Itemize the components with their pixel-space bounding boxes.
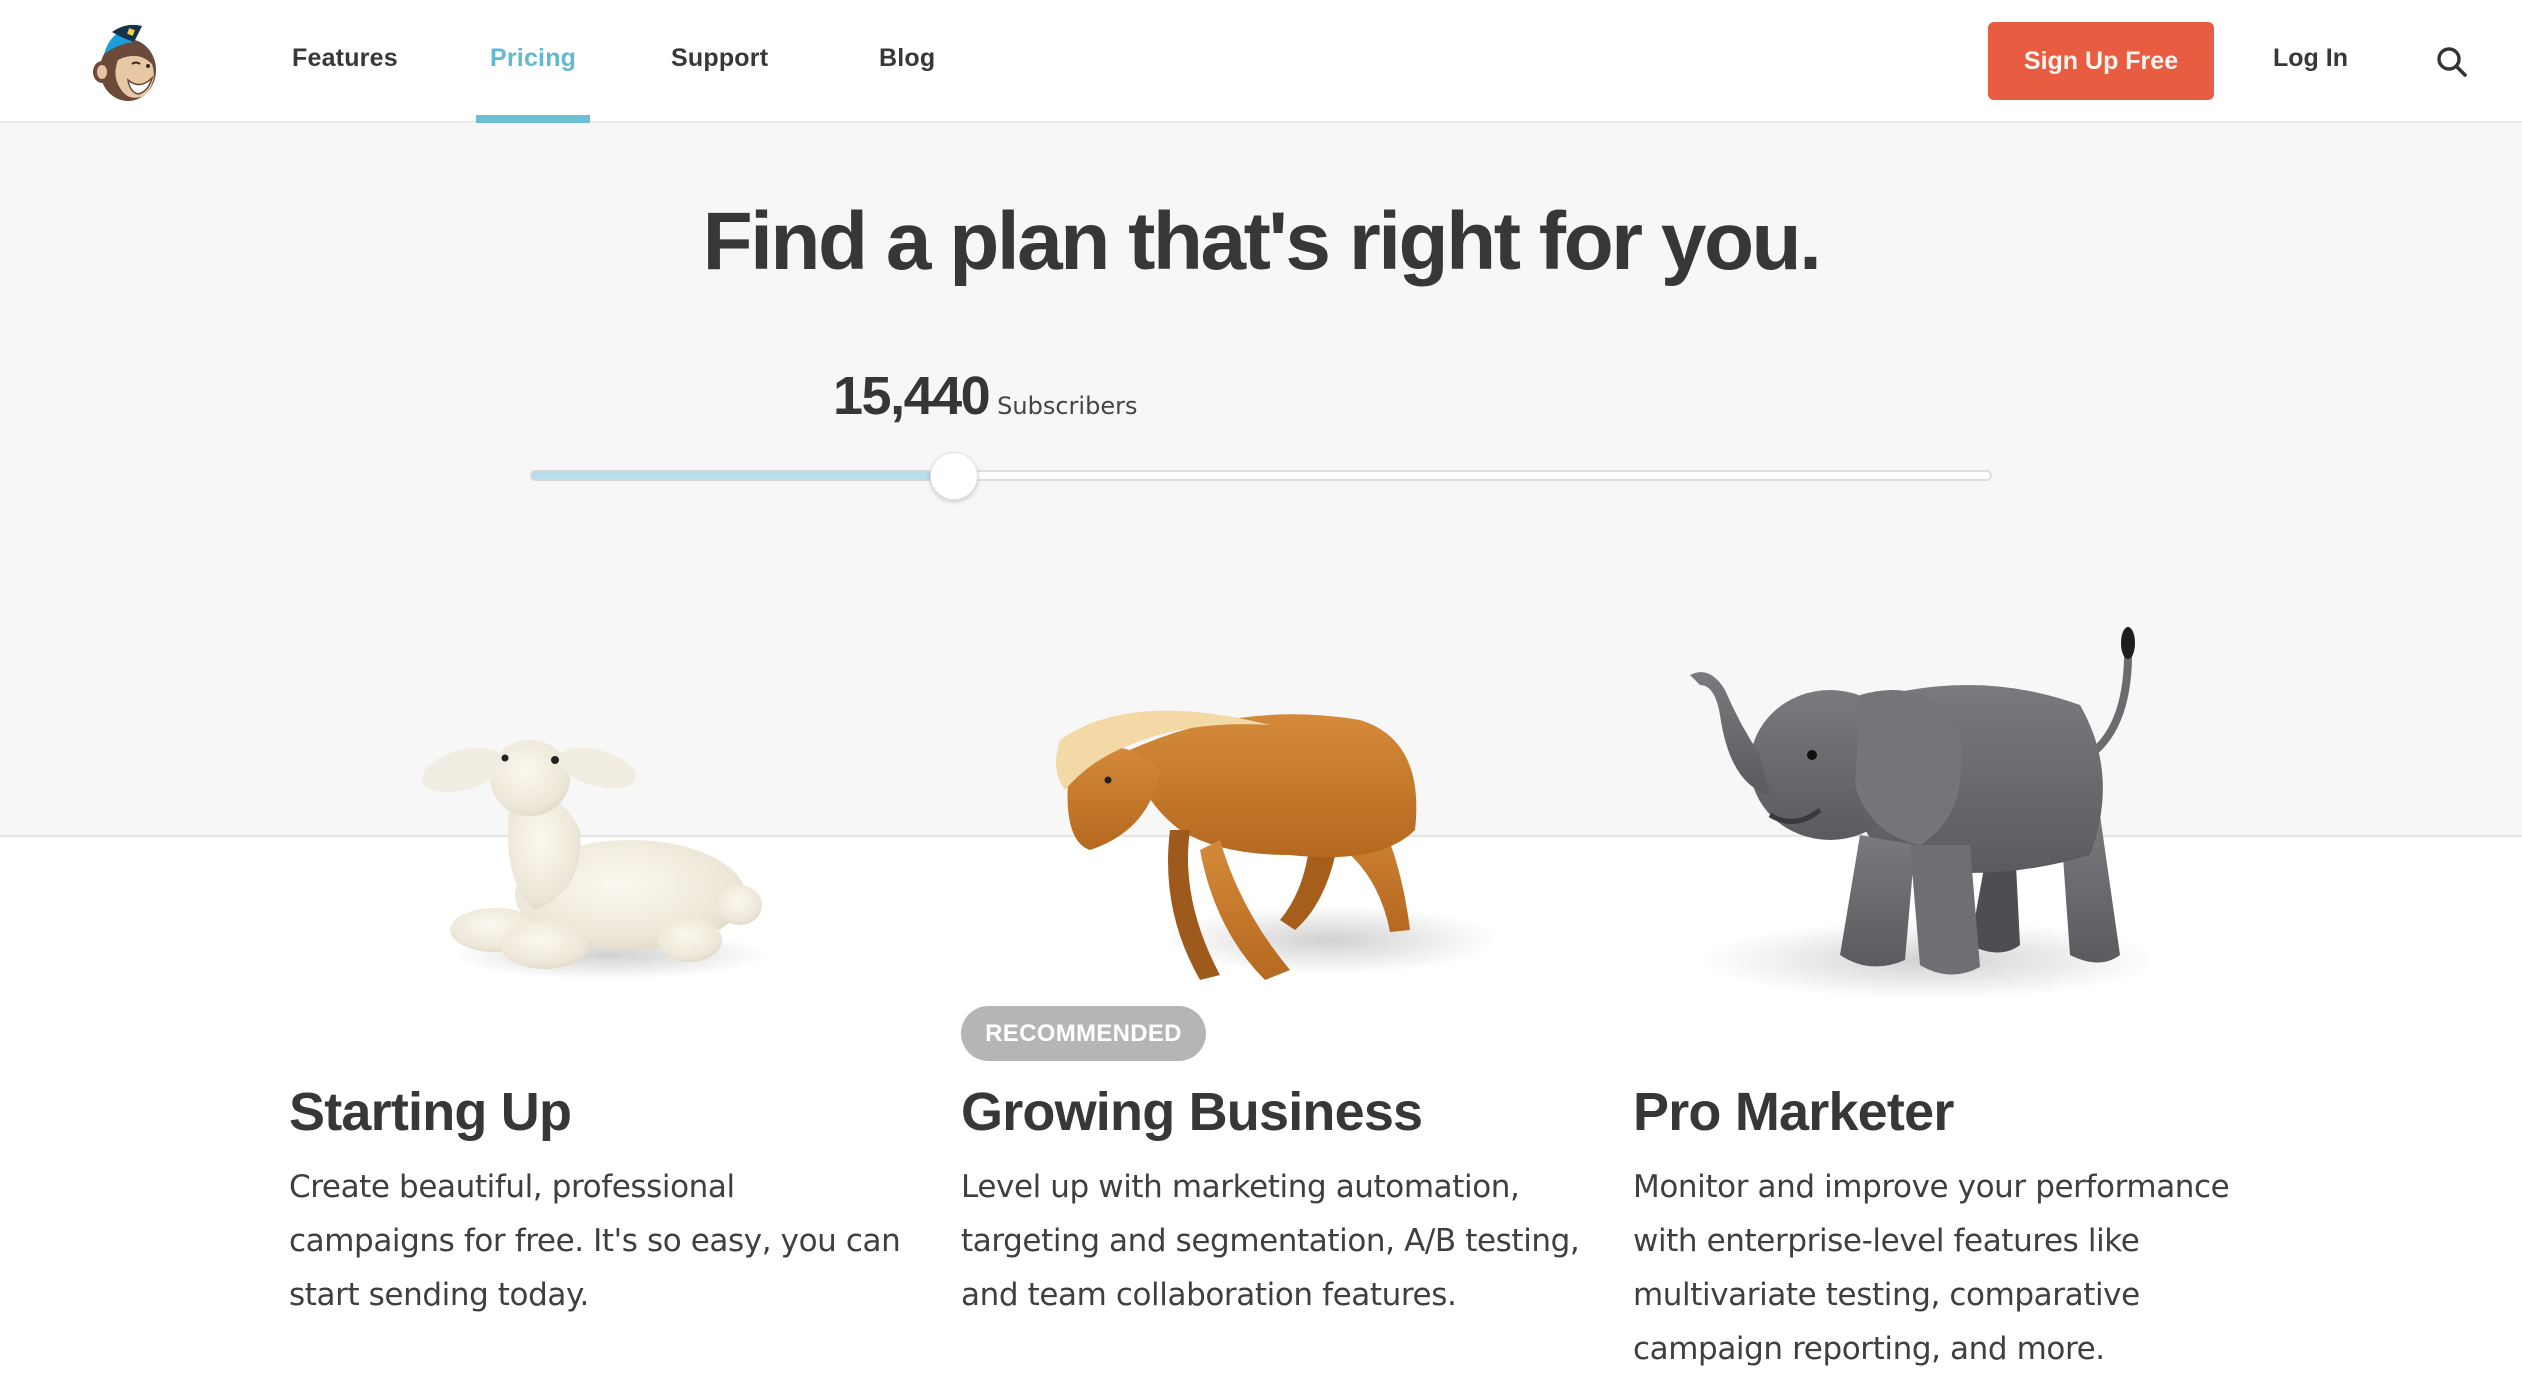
plan-pro-marketer[interactable]: Pro Marketer Monitor and improve your pe… <box>1633 1080 2273 1376</box>
lamb-figurine-image <box>422 740 762 969</box>
nav-item-support[interactable]: Support <box>671 44 768 73</box>
plan-growing-business[interactable]: Growing Business Level up with marketing… <box>961 1080 1601 1322</box>
plan-description: Level up with marketing automation, targ… <box>961 1169 1580 1313</box>
top-navigation: Features Pricing Support Blog Sign Up Fr… <box>0 0 2522 123</box>
active-tab-indicator <box>476 115 590 123</box>
subscriber-label: Subscribers <box>997 392 1138 420</box>
slider-thumb[interactable] <box>929 452 978 500</box>
elephant-figurine-image <box>1690 627 2135 975</box>
recommended-badge: RECOMMENDED <box>961 1006 1206 1061</box>
nav-item-features[interactable]: Features <box>292 44 398 73</box>
mailchimp-logo[interactable] <box>82 20 168 106</box>
plan-title: Starting Up <box>289 1082 572 1142</box>
plan-description: Create beautiful, professional campaigns… <box>289 1169 901 1313</box>
search-button[interactable] <box>2434 44 2470 80</box>
log-in-link[interactable]: Log In <box>2273 44 2348 73</box>
slider-fill <box>530 470 954 481</box>
nav-item-pricing[interactable]: Pricing <box>490 44 576 73</box>
subscriber-slider[interactable] <box>530 452 1992 500</box>
subscriber-readout: 15,440 Subscribers <box>833 365 1137 427</box>
plan-title: Pro Marketer <box>1633 1082 1954 1142</box>
pony-figurine-image <box>1056 710 1417 980</box>
subscriber-count: 15,440 <box>833 366 991 426</box>
plan-title: Growing Business <box>961 1082 1423 1142</box>
search-icon <box>2437 47 2467 77</box>
plan-starting-up[interactable]: Starting Up Create beautiful, profession… <box>289 1080 929 1322</box>
nav-item-blog[interactable]: Blog <box>879 44 935 73</box>
sign-up-free-button[interactable]: Sign Up Free <box>1988 22 2214 100</box>
plan-description: Monitor and improve your performance wit… <box>1633 1169 2230 1367</box>
freddie-monkey-logo-icon <box>93 24 156 101</box>
page-title: Find a plan that's right for you. <box>702 196 1822 287</box>
